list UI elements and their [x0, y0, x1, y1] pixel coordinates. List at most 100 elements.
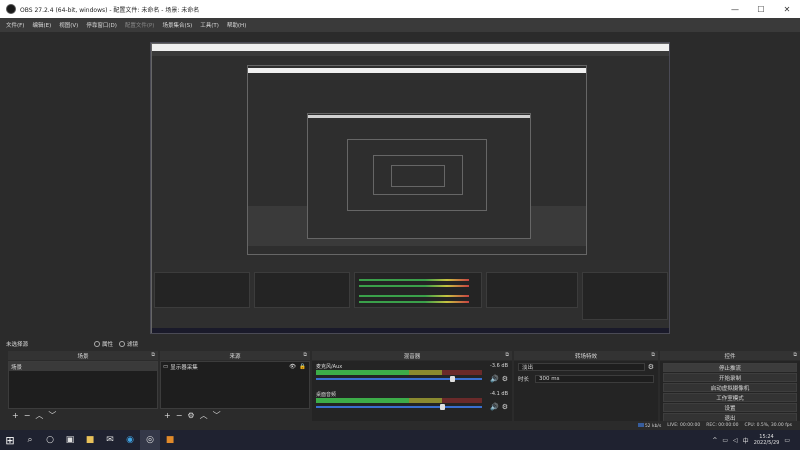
volume-slider-knob[interactable]	[450, 376, 456, 382]
move-up-button[interactable]: ︿	[35, 410, 43, 421]
status-bar: 52 kb/s LIVE: 00:00:00 REC: 00:00:00 CPU…	[0, 421, 800, 430]
clock-date: 2022/5/29	[753, 440, 780, 446]
source-item-label: 显示器采集	[170, 364, 198, 371]
duration-input[interactable]: 300 ms	[535, 375, 654, 383]
transitions-body: 淡出 ⚙ 时长 300 ms	[514, 361, 658, 421]
stop-streaming-button[interactable]: 停止推流	[663, 363, 797, 372]
obs-app-icon	[6, 4, 16, 14]
menu-bar: 文件(F) 编辑(E) 视图(V) 停靠窗口(D) 配置文件(P) 场景集合(S) 工具(T…	[0, 18, 800, 32]
start-virtual-camera-button[interactable]: 启动虚拟摄像机	[663, 383, 797, 392]
sources-dock-title: 来源 ⧉	[160, 351, 310, 360]
file-explorer-icon[interactable]: ■	[80, 430, 100, 450]
remove-source-button[interactable]: −	[176, 411, 183, 420]
obs-taskbar-icon[interactable]: ◎	[140, 430, 160, 450]
sources-footer: + − ⚙ ︿ ﹀	[160, 409, 310, 421]
transition-select[interactable]: 淡出	[518, 363, 645, 371]
move-down-button[interactable]: ﹀	[48, 410, 56, 421]
captured-mixer-panel	[354, 272, 482, 308]
undock-icon[interactable]: ⧉	[303, 352, 307, 358]
move-up-button[interactable]: ︿	[200, 410, 208, 421]
captured-scenes-panel	[154, 272, 250, 308]
menu-item[interactable]: 配置文件(P)	[125, 21, 155, 29]
undock-icon[interactable]: ⧉	[151, 352, 155, 358]
source-properties-gear-icon[interactable]: ⚙	[187, 411, 194, 420]
chevron-up-icon[interactable]: ^	[712, 437, 717, 444]
menu-item[interactable]: 文件(F)	[6, 21, 24, 29]
transitions-title: 转场特效	[574, 353, 597, 360]
start-recording-button[interactable]: 开始录制	[663, 373, 797, 382]
channel-name: 麦克风/Aux	[316, 364, 343, 370]
mail-icon[interactable]: ✉	[100, 430, 120, 450]
volume-meter	[316, 398, 482, 403]
source-toolbar: 未选择源 属性 滤镜	[0, 337, 800, 350]
studio-mode-button[interactable]: 工作室模式	[663, 393, 797, 402]
add-scene-button[interactable]: +	[12, 411, 19, 420]
title-bar: OBS 27.2.4 (64-bit, windows) - 配置文件: 未命名…	[0, 0, 800, 18]
menu-item[interactable]: 编辑(E)	[32, 21, 51, 29]
channel-name: 桌面音频	[316, 392, 337, 398]
monitor-icon: ▭	[163, 363, 169, 370]
menu-item[interactable]: 视图(V)	[59, 21, 78, 29]
scenes-dock-title: 场景 ⧉	[8, 351, 158, 360]
scenes-dock: 场景 ⧉ 场景 + − ︿ ﹀	[8, 351, 158, 421]
settings-button[interactable]: 设置	[663, 403, 797, 412]
system-tray: ^ ▭ ◁ 中 15:24 2022/5/29 ▭	[712, 434, 800, 446]
lock-icon[interactable]: 🔒	[299, 364, 306, 370]
menu-item[interactable]: 停靠窗口(D)	[86, 21, 117, 29]
gear-icon[interactable]: ⚙	[502, 375, 508, 383]
gear-icon[interactable]: ⚙	[502, 403, 508, 411]
remove-scene-button[interactable]: −	[24, 411, 31, 420]
gear-icon	[94, 340, 101, 347]
mixer-dock-title: 混音器 ⧉	[312, 351, 512, 360]
maximize-button[interactable]: ☐	[748, 0, 774, 18]
duration-value: 300 ms	[539, 376, 560, 382]
list-item[interactable]: 场景	[9, 362, 157, 371]
visibility-eye-icon[interactable]: 👁	[289, 364, 296, 370]
scenes-list[interactable]: 场景	[8, 361, 158, 409]
filters-button[interactable]: 滤镜	[119, 340, 138, 348]
undock-icon[interactable]: ⧉	[793, 352, 797, 358]
transition-gear-icon[interactable]: ⚙	[648, 363, 654, 371]
clock[interactable]: 15:24 2022/5/29	[754, 434, 780, 446]
start-windows-icon[interactable]: ⊞	[0, 430, 20, 450]
volume-slider-knob[interactable]	[440, 404, 446, 410]
move-down-button[interactable]: ﹀	[213, 410, 221, 421]
app-icon[interactable]: ■	[160, 430, 180, 450]
menu-item[interactable]: 帮助(H)	[227, 21, 246, 29]
sources-dock: 来源 ⧉ ▭ 显示器采集 👁 🔒 + − ⚙ ︿ ﹀	[160, 351, 310, 421]
minimize-button[interactable]: —	[722, 0, 748, 18]
window-controls: — ☐ ✕	[722, 0, 800, 18]
captured-sources-panel	[254, 272, 350, 308]
add-source-button[interactable]: +	[164, 411, 171, 420]
captured-docks	[152, 260, 669, 328]
preview-canvas[interactable]	[150, 42, 670, 334]
undock-icon[interactable]: ⧉	[651, 352, 655, 358]
input-language-indicator[interactable]: 中	[743, 436, 749, 445]
volume-icon[interactable]: ◁	[733, 437, 738, 444]
menu-item[interactable]: 工具(T)	[200, 21, 219, 29]
cortana-icon[interactable]: ○	[40, 430, 60, 450]
properties-button[interactable]: 属性	[94, 340, 113, 348]
sources-list[interactable]: ▭ 显示器采集 👁 🔒	[160, 361, 310, 409]
filter-icon	[119, 340, 126, 347]
list-item[interactable]: ▭ 显示器采集 👁 🔒	[161, 362, 309, 371]
mixer-channel-mic: 麦克风/Aux -3.6 dB 🔊 ⚙	[312, 361, 512, 389]
speaker-icon[interactable]: 🔊	[490, 403, 499, 411]
mixer-title: 混音器	[403, 353, 421, 360]
notification-icon[interactable]: ▭	[784, 437, 790, 444]
bitrate-indicator: 52 kb/s	[637, 422, 661, 429]
sources-title: 来源	[229, 353, 241, 360]
search-icon[interactable]: ⌕	[20, 430, 40, 450]
volume-slider[interactable]	[316, 404, 482, 410]
close-button[interactable]: ✕	[774, 0, 800, 18]
edge-browser-icon[interactable]: ◉	[120, 430, 140, 450]
speaker-icon[interactable]: 🔊	[490, 375, 499, 383]
undock-icon[interactable]: ⧉	[505, 352, 509, 358]
controls-title: 控件	[724, 353, 736, 360]
captured-menu-bar	[152, 51, 669, 56]
captured-title-bar	[152, 44, 669, 51]
network-icon[interactable]: ▭	[722, 437, 728, 444]
volume-slider[interactable]	[316, 376, 482, 382]
menu-item[interactable]: 场景集合(S)	[162, 21, 192, 29]
task-view-icon[interactable]: ▣	[60, 430, 80, 450]
